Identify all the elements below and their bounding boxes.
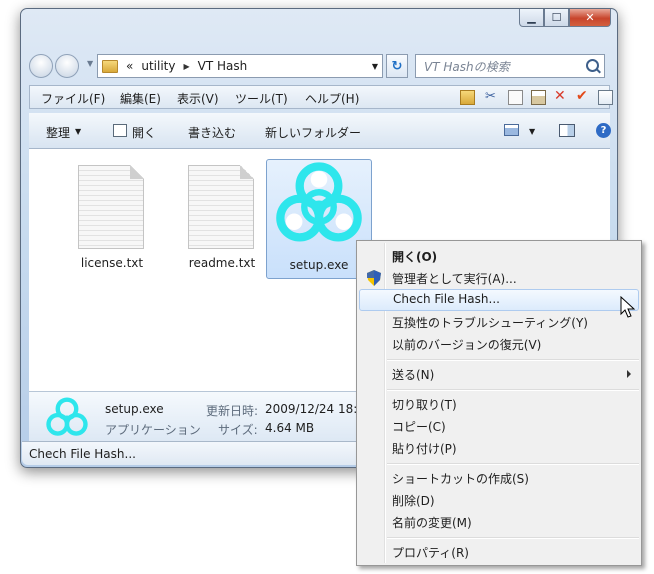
- search-icon[interactable]: [586, 59, 599, 72]
- paste-icon[interactable]: [531, 90, 546, 105]
- new-folder-button[interactable]: 新しいフォルダー: [265, 124, 361, 141]
- biohazard-small-icon: [46, 397, 88, 436]
- file-item-readme[interactable]: readme.txt: [170, 157, 274, 277]
- up-folder-icon[interactable]: [460, 90, 475, 105]
- breadcrumb-separator-icon[interactable]: ▶: [183, 62, 189, 71]
- menu-item-paste[interactable]: 貼り付け(P): [359, 437, 639, 459]
- biohazard-icon: [276, 162, 362, 242]
- menu-view[interactable]: 表示(V): [177, 90, 219, 107]
- burn-button[interactable]: 書き込む: [188, 124, 236, 141]
- open-app-icon[interactable]: [113, 124, 127, 137]
- menu-item-restore-previous[interactable]: 以前のバージョンの復元(V): [359, 333, 639, 355]
- search-placeholder: VT Hashの検索: [424, 59, 510, 74]
- menu-item-label: 貼り付け(P): [392, 442, 457, 456]
- details-modified-label: 更新日時:: [206, 404, 259, 418]
- menu-item-delete[interactable]: 削除(D): [359, 489, 639, 511]
- menu-help[interactable]: ヘルプ(H): [305, 90, 359, 107]
- view-dropdown-icon[interactable]: ▼: [529, 127, 535, 136]
- organize-button[interactable]: 整理: [46, 124, 70, 141]
- menu-item-label: コピー(C): [392, 420, 446, 434]
- address-dropdown-icon[interactable]: ▼: [372, 62, 378, 71]
- text-document-icon: [78, 165, 144, 249]
- copy-icon[interactable]: [508, 90, 523, 105]
- forward-button[interactable]: [55, 54, 79, 78]
- menu-item-troubleshoot[interactable]: 互換性のトラブルシューティング(Y): [359, 311, 639, 333]
- search-input[interactable]: VT Hashの検索: [415, 54, 605, 78]
- cut-icon[interactable]: ✂: [485, 89, 500, 104]
- details-type: アプリケーション: [105, 423, 201, 437]
- uac-shield-icon: [367, 270, 381, 286]
- file-name: license.txt: [80, 256, 144, 270]
- organize-dropdown-icon[interactable]: ▼: [75, 127, 81, 136]
- file-name: readme.txt: [188, 256, 256, 270]
- menu-item-send-to[interactable]: 送る(N): [359, 363, 639, 385]
- menu-file[interactable]: ファイル(F): [41, 90, 105, 107]
- menu-edit[interactable]: 編集(E): [120, 90, 161, 107]
- menu-separator: [387, 359, 639, 361]
- menu-item-label: 互換性のトラブルシューティング(Y): [392, 316, 588, 330]
- address-bar[interactable]: « utility ▶ VT Hash ▼: [97, 54, 383, 78]
- preview-pane-icon[interactable]: [559, 124, 575, 137]
- file-item-license[interactable]: license.txt: [60, 157, 164, 277]
- properties-icon[interactable]: [598, 90, 613, 105]
- menu-item-label: 削除(D): [392, 494, 435, 508]
- menu-item-cut[interactable]: 切り取り(T): [359, 393, 639, 415]
- breadcrumb-overflow[interactable]: «: [126, 59, 133, 73]
- menu-item-label: 送る(N): [392, 368, 435, 382]
- menu-item-rename[interactable]: 名前の変更(M): [359, 511, 639, 533]
- menu-item-copy[interactable]: コピー(C): [359, 415, 639, 437]
- submenu-arrow-icon: [627, 370, 631, 378]
- menu-item-check-file-hash[interactable]: Chech File Hash...: [359, 289, 639, 311]
- details-size-label: サイズ:: [218, 423, 258, 437]
- text-document-icon: [188, 165, 254, 249]
- mouse-cursor-icon: [620, 296, 636, 318]
- menu-separator: [387, 537, 639, 539]
- minimize-button[interactable]: ▁: [519, 9, 544, 27]
- menu-item-label: Chech File Hash...: [393, 292, 500, 306]
- breadcrumb-vt-hash[interactable]: VT Hash: [198, 59, 248, 73]
- menu-item-label: 以前のバージョンの復元(V): [392, 338, 542, 352]
- menu-item-label: ショートカットの作成(S): [392, 472, 529, 486]
- menu-item-open[interactable]: 開く(O): [359, 245, 639, 267]
- menu-item-create-shortcut[interactable]: ショートカットの作成(S): [359, 467, 639, 489]
- status-text: Chech File Hash...: [29, 447, 136, 461]
- open-button[interactable]: 開く: [132, 124, 156, 141]
- details-filename: setup.exe: [105, 402, 164, 416]
- details-size-value: 4.64 MB: [265, 421, 315, 435]
- recent-pages-dropdown[interactable]: ▼: [87, 59, 93, 68]
- menu-bar: ファイル(F) 編集(E) 表示(V) ツール(T) ヘルプ(H) ✂ ✕ ✔: [29, 85, 613, 109]
- menu-item-label: 名前の変更(M): [392, 516, 472, 530]
- undo-check-icon[interactable]: ✔: [576, 88, 591, 104]
- close-button[interactable]: ✕: [569, 9, 611, 27]
- menu-item-label: 開く(O): [392, 250, 438, 264]
- folder-icon: [102, 59, 118, 73]
- maximize-button[interactable]: ☐: [544, 9, 569, 27]
- menu-item-label: 管理者として実行(A)...: [392, 272, 517, 286]
- refresh-button[interactable]: ↻: [386, 54, 408, 78]
- menu-item-run-as-admin[interactable]: 管理者として実行(A)...: [359, 267, 639, 289]
- details-modified-value: 2009/12/24 18:1: [265, 402, 365, 416]
- menu-separator: [387, 463, 639, 465]
- back-button[interactable]: [29, 54, 53, 78]
- navigation-bar: ▼ « utility ▶ VT Hash ▼ ↻ VT Hashの検索: [29, 51, 609, 79]
- breadcrumb-utility[interactable]: utility: [141, 59, 175, 73]
- delete-icon[interactable]: ✕: [554, 88, 569, 104]
- menu-tools[interactable]: ツール(T): [235, 90, 288, 107]
- menu-item-label: 切り取り(T): [392, 398, 457, 412]
- menu-item-label: プロパティ(R): [392, 546, 469, 560]
- view-options-icon[interactable]: [504, 124, 519, 136]
- context-menu: 開く(O) 管理者として実行(A)... Chech File Hash... …: [356, 240, 642, 566]
- menu-separator: [387, 389, 639, 391]
- command-bar: 整理 ▼ 開く 書き込む 新しいフォルダー ▼ ?: [29, 113, 611, 149]
- help-icon[interactable]: ?: [596, 123, 611, 138]
- menu-item-properties[interactable]: プロパティ(R): [359, 541, 639, 563]
- caption-buttons: ▁ ☐ ✕: [519, 9, 611, 29]
